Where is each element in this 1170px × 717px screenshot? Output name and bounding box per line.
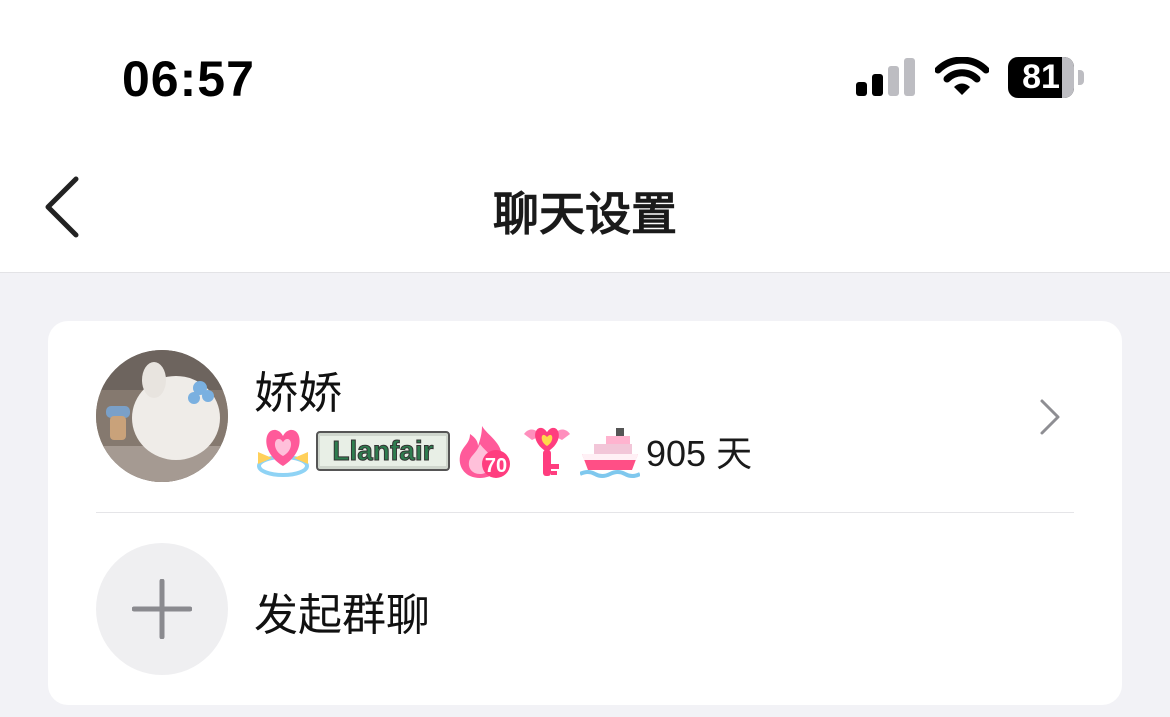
top-bar: 06:57 81 聊天设置 bbox=[0, 0, 1170, 273]
flame-icon: 70 bbox=[459, 426, 510, 478]
contact-row[interactable]: 娇娇 Llanfair 70 905 天 bbox=[48, 321, 1122, 511]
ship-icon bbox=[580, 428, 640, 478]
llanfair-badge-icon: Llanfair bbox=[316, 431, 450, 471]
heart-bow-icon bbox=[257, 429, 309, 477]
page-title: 聊天设置 bbox=[493, 187, 677, 241]
start-group-chat-row[interactable]: 发起群聊 bbox=[48, 513, 1122, 705]
signal-bars-icon bbox=[856, 58, 915, 96]
svg-text:Llanfair: Llanfair bbox=[332, 435, 433, 466]
heart-key-icon bbox=[524, 427, 570, 476]
contact-name: 娇娇 bbox=[254, 368, 342, 419]
chevron-right-icon[interactable] bbox=[1038, 397, 1062, 437]
battery-indicator: 81 bbox=[1008, 57, 1074, 98]
battery-level: 81 bbox=[1022, 58, 1060, 96]
add-member-button[interactable] bbox=[96, 543, 228, 675]
plus-icon bbox=[132, 579, 192, 639]
status-time: 06:57 bbox=[122, 51, 255, 107]
start-group-label: 发起群聊 bbox=[254, 590, 430, 641]
flame-level: 70 bbox=[485, 455, 507, 477]
wifi-icon bbox=[935, 57, 989, 95]
settings-card: 娇娇 Llanfair 70 905 天 发起群聊 bbox=[48, 321, 1122, 705]
friendship-days: 905 天 bbox=[646, 433, 753, 474]
battery-tip bbox=[1078, 70, 1084, 85]
avatar[interactable] bbox=[96, 350, 228, 482]
badge-row: Llanfair 70 905 天 bbox=[254, 421, 752, 481]
